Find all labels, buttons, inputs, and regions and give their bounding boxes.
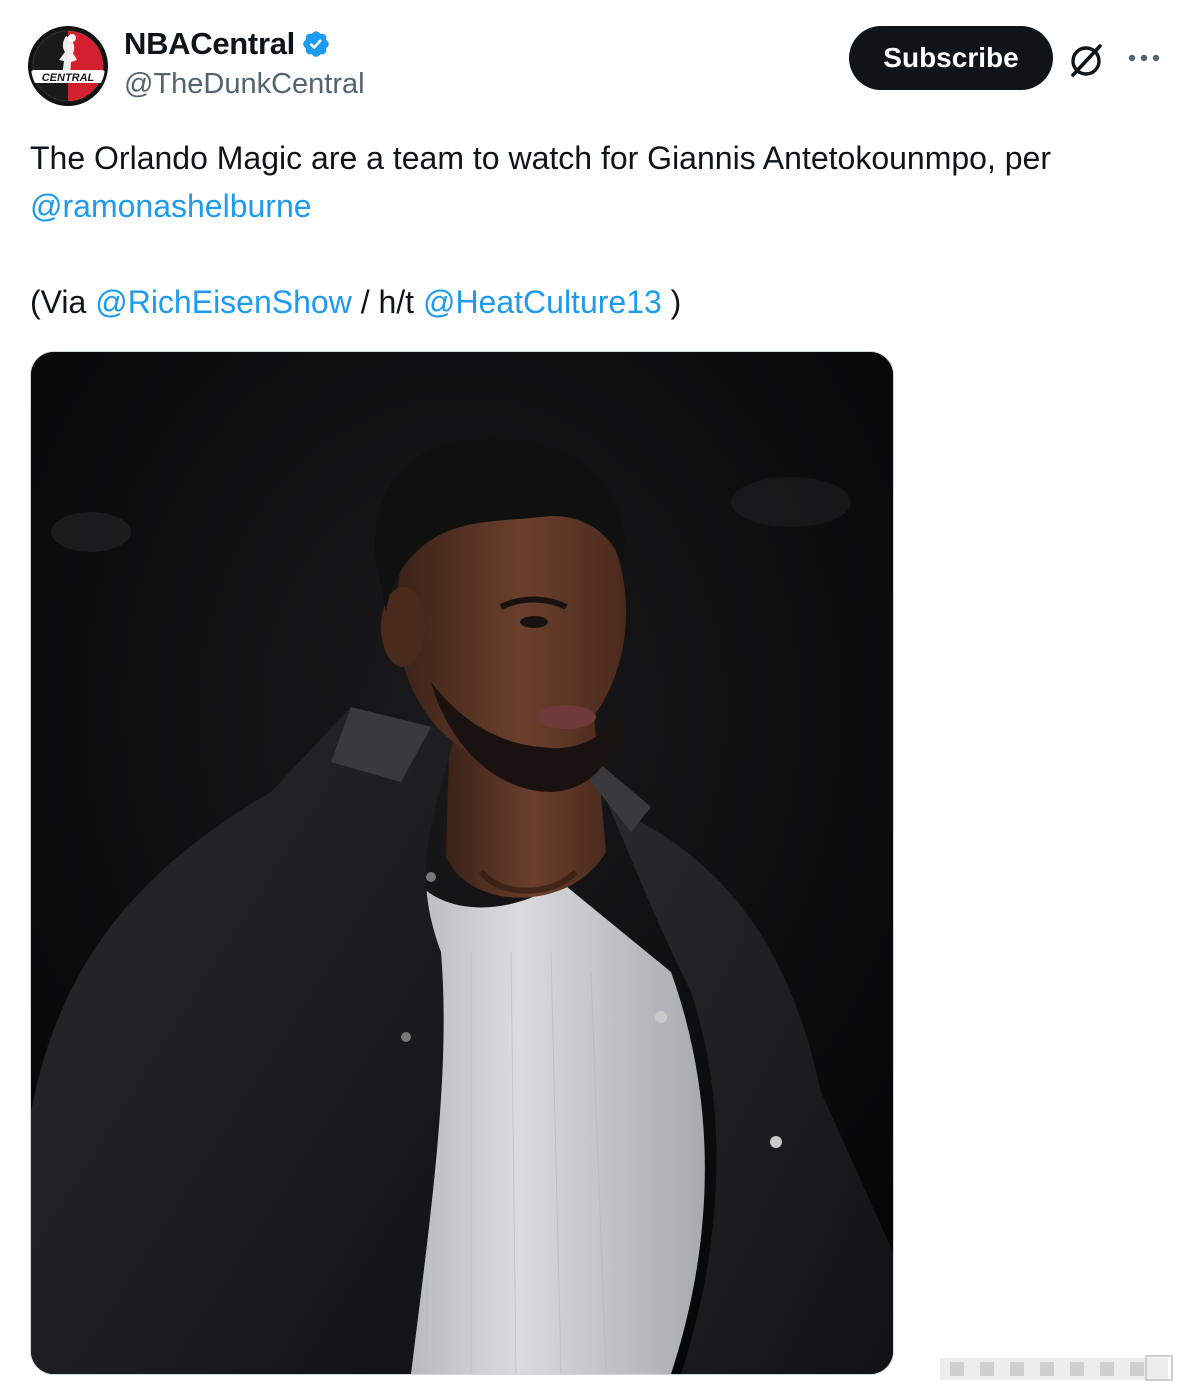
watermark-graphic [940,1352,1176,1384]
mention-link-richeisenshow[interactable]: @RichEisenShow [95,284,352,320]
author-display-name[interactable]: NBACentral [124,26,295,62]
author-avatar[interactable]: CENTRAL [28,26,108,106]
nbacentral-logo: CENTRAL [28,26,108,106]
tweet-text-paragraph-2: (Via @RichEisenShow / h/t @HeatCulture13… [30,278,1160,326]
more-options-icon[interactable] [1124,40,1164,76]
mention-link-ramonashelburne[interactable]: @ramonashelburne [30,188,312,224]
player-photo [31,352,893,1374]
author-name-row[interactable]: NBACentral [124,26,331,62]
hat-tip-text: / h/t [360,284,415,320]
author-handle[interactable]: @TheDunkCentral [124,68,365,101]
tweet-media-photo[interactable] [30,351,894,1375]
tweet-header: CENTRAL NBACentral @TheDunkCentral Subsc… [0,0,1186,120]
verified-badge-icon [301,29,331,59]
grok-icon[interactable] [1064,38,1108,82]
closing-paren-text: ) [670,284,682,320]
avatar-logo-text: CENTRAL [42,72,95,84]
tweet-text-line: The Orlando Magic are a team to watch fo… [30,140,1051,176]
via-prefix-text: (Via [30,284,87,320]
tweet-text: The Orlando Magic are a team to watch fo… [30,134,1160,326]
subscribe-button[interactable]: Subscribe [849,26,1053,90]
mention-link-heatculture13[interactable]: @HeatCulture13 [423,284,662,320]
tweet-text-paragraph-1: The Orlando Magic are a team to watch fo… [30,134,1160,230]
